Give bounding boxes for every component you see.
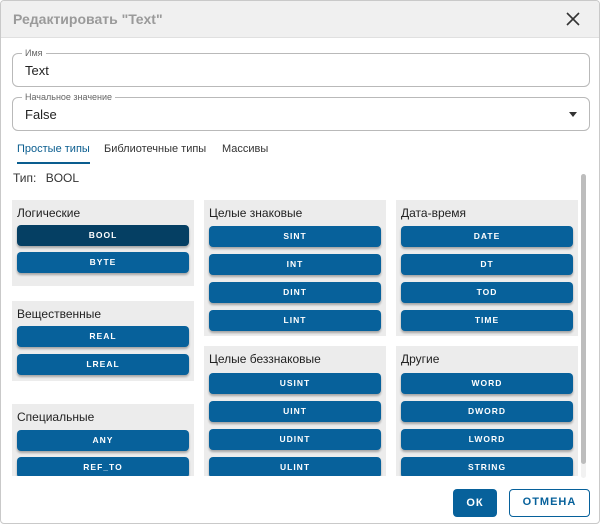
type-button-lword[interactable]: LWORD xyxy=(401,429,573,450)
type-button-uint[interactable]: UINT xyxy=(209,401,381,422)
type-button-dt[interactable]: DT xyxy=(401,254,573,275)
group-logical-title: Логические xyxy=(17,206,81,220)
type-value: BOOL xyxy=(45,171,80,185)
type-button-ulint[interactable]: ULINT xyxy=(209,457,381,476)
group-special: Специальные ANY REF_TO xyxy=(12,404,194,476)
type-button-string[interactable]: STRING xyxy=(401,457,573,476)
name-field-label: Имя xyxy=(22,48,46,58)
type-indicator: Тип: BOOL xyxy=(13,171,85,185)
group-real: Вещественные REAL LREAL xyxy=(12,301,194,381)
dropdown-arrow-icon[interactable] xyxy=(569,112,577,117)
type-button-tod[interactable]: TOD xyxy=(401,282,573,303)
name-input[interactable] xyxy=(25,63,565,78)
group-unsigned-title: Целые беззнаковые xyxy=(209,352,321,366)
ok-button[interactable]: ОК xyxy=(453,489,497,517)
type-button-bool[interactable]: BOOL xyxy=(17,225,189,246)
group-datetime: Дата-время DATE DT TOD TIME xyxy=(396,200,578,336)
edit-dialog: Редактировать "Text" Имя Начальное значе… xyxy=(0,0,600,524)
type-button-usint[interactable]: USINT xyxy=(209,373,381,394)
type-label: Тип: xyxy=(13,171,37,185)
group-other-title: Другие xyxy=(401,352,440,366)
initial-value-text[interactable]: False xyxy=(25,107,565,122)
type-button-date[interactable]: DATE xyxy=(401,226,573,247)
type-button-lint[interactable]: LINT xyxy=(209,310,381,331)
type-button-int[interactable]: INT xyxy=(209,254,381,275)
type-button-byte[interactable]: BYTE xyxy=(17,252,189,273)
close-icon[interactable] xyxy=(563,9,583,29)
cancel-button[interactable]: ОТМЕНА xyxy=(509,489,590,517)
type-button-udint[interactable]: UDINT xyxy=(209,429,381,450)
initial-value-label: Начальное значение xyxy=(22,92,116,102)
tab-arrays[interactable]: Массивы xyxy=(222,140,268,162)
group-other: Другие WORD DWORD LWORD STRING xyxy=(396,346,578,476)
group-real-title: Вещественные xyxy=(17,307,102,321)
type-button-word[interactable]: WORD xyxy=(401,373,573,394)
group-signed-title: Целые знаковые xyxy=(209,206,303,220)
group-logical: Логические BOOL BYTE xyxy=(12,200,194,286)
types-panel: Логические BOOL BYTE Вещественные REAL L… xyxy=(12,200,580,476)
initial-value-select[interactable]: Начальное значение False xyxy=(12,92,590,131)
dialog-title: Редактировать "Text" xyxy=(13,11,163,27)
name-field[interactable]: Имя xyxy=(12,48,590,87)
tab-simple-types[interactable]: Простые типы xyxy=(17,140,90,164)
group-unsigned-integers: Целые беззнаковые USINT UINT UDINT ULINT xyxy=(204,346,386,476)
tab-library-types[interactable]: Библиотечные типы xyxy=(104,140,206,162)
type-button-any[interactable]: ANY xyxy=(17,430,189,451)
group-signed-integers: Целые знаковые SINT INT DINT LINT xyxy=(204,200,386,336)
type-button-real[interactable]: REAL xyxy=(17,326,189,347)
dialog-titlebar: Редактировать "Text" xyxy=(1,1,599,38)
type-button-lreal[interactable]: LREAL xyxy=(17,354,189,375)
type-button-dword[interactable]: DWORD xyxy=(401,401,573,422)
group-datetime-title: Дата-время xyxy=(401,206,467,220)
group-special-title: Специальные xyxy=(17,410,95,424)
type-button-ref-to[interactable]: REF_TO xyxy=(17,457,189,476)
type-button-sint[interactable]: SINT xyxy=(209,226,381,247)
type-button-time[interactable]: TIME xyxy=(401,310,573,331)
type-button-dint[interactable]: DINT xyxy=(209,282,381,303)
types-scrollbar[interactable] xyxy=(581,174,586,478)
scrollbar-thumb[interactable] xyxy=(581,174,586,464)
